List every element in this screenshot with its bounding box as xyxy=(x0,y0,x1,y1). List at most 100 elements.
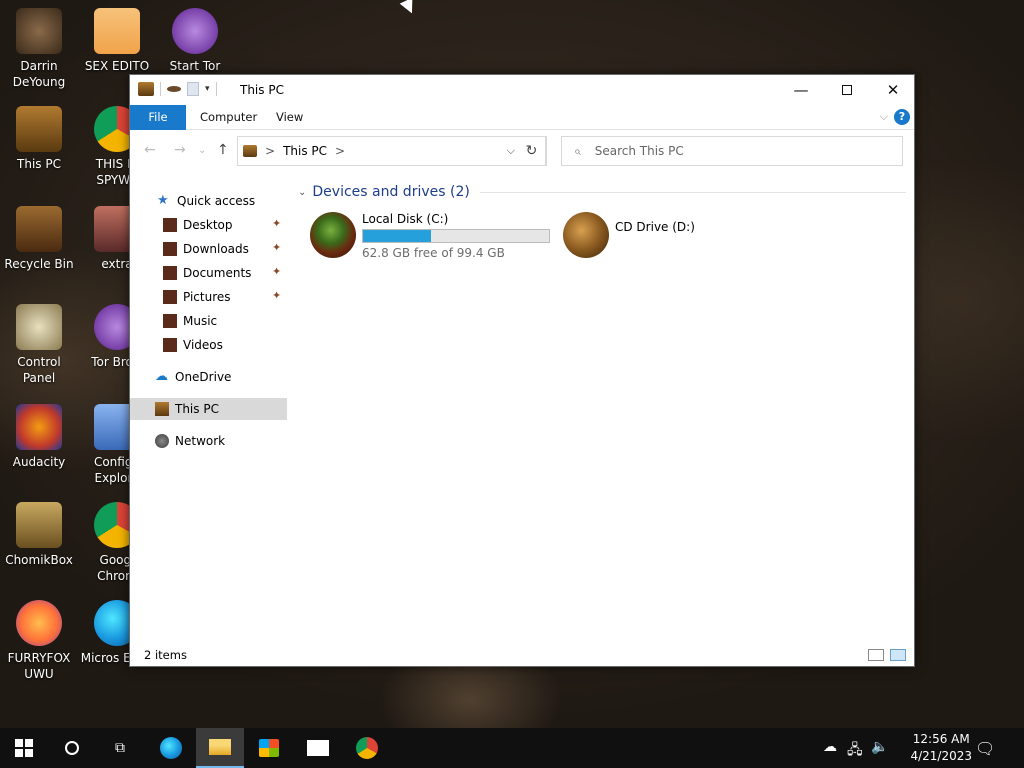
desktop-icon-label: Start Tor xyxy=(169,59,221,73)
user-folder-icon xyxy=(16,8,62,54)
status-bar-item-count: 2 items xyxy=(144,648,187,662)
search-button[interactable] xyxy=(48,728,96,768)
window-title: This PC xyxy=(240,83,284,97)
new-folder-icon[interactable] xyxy=(187,82,199,96)
minimize-button[interactable]: — xyxy=(778,75,824,105)
large-icons-view-button[interactable] xyxy=(890,649,906,661)
breadcrumb-separator: > xyxy=(265,144,276,158)
close-button[interactable]: ✕ xyxy=(870,75,916,105)
back-button[interactable]: ← xyxy=(144,142,156,158)
refresh-icon: ↻ xyxy=(525,143,538,159)
recent-locations-button[interactable]: ⌄ xyxy=(198,145,206,156)
drive-usage-fill xyxy=(363,230,432,242)
nav-downloads[interactable]: Downloads ✦ xyxy=(130,238,287,260)
desktop-icon-label: Control Panel xyxy=(17,355,61,385)
nav-quick-access[interactable]: ★ Quick access xyxy=(130,190,287,212)
system-clock[interactable]: 12:56 AM 4/21/2023 xyxy=(910,731,972,765)
nav-documents[interactable]: Documents ✦ xyxy=(130,262,287,284)
close-icon: ✕ xyxy=(886,81,900,99)
notifications-icon[interactable]: 🗨 xyxy=(975,739,995,758)
nav-label: This PC xyxy=(175,402,219,416)
refresh-button[interactable]: ↻ xyxy=(517,136,547,166)
music-folder-icon xyxy=(163,314,177,328)
tab-view[interactable]: View xyxy=(262,105,317,130)
search-input[interactable]: Search This PC xyxy=(595,144,684,158)
start-button[interactable] xyxy=(0,728,48,768)
nav-music[interactable]: Music xyxy=(130,310,287,332)
help-icon[interactable]: ? xyxy=(894,109,910,125)
drive-local-c[interactable]: Local Disk (C:) 62.8 GB free of 99.4 GB xyxy=(310,212,550,260)
search-box[interactable]: ⌕ Search This PC xyxy=(561,136,903,166)
desktop-icon-label: SEX EDITO xyxy=(84,59,150,73)
chrome-icon xyxy=(356,737,378,759)
cortana-icon xyxy=(65,741,79,755)
view-toggle xyxy=(868,649,906,661)
details-view-button[interactable] xyxy=(868,649,884,661)
volume-muted-icon[interactable]: 🔈 xyxy=(871,739,888,755)
task-view-icon: ⧉ xyxy=(115,740,125,756)
desktop-icon-hex-editor[interactable]: SEX EDITO xyxy=(78,8,156,74)
nav-videos[interactable]: Videos xyxy=(130,334,287,356)
nav-label: Network xyxy=(175,434,226,448)
drive-usage-bar xyxy=(362,229,550,243)
downloads-folder-icon xyxy=(163,242,177,256)
taskbar-store[interactable] xyxy=(245,728,293,768)
onedrive-tray-icon[interactable]: ☁ xyxy=(823,739,837,755)
nav-desktop[interactable]: Desktop ✦ xyxy=(130,214,287,236)
star-icon: ★ xyxy=(157,193,169,208)
taskbar-file-explorer[interactable] xyxy=(196,728,244,768)
taskbar: ⧉ ☁ 🖧 🔈 12:56 AM 4/21/2023 🗨 xyxy=(0,728,1024,768)
hard-drive-icon xyxy=(310,212,356,258)
cd-drive-icon xyxy=(563,212,609,258)
desktop-icon-label: This PC xyxy=(17,157,61,171)
expand-ribbon-icon[interactable]: ⌵ xyxy=(880,110,888,124)
nav-label: Downloads xyxy=(183,242,249,256)
tab-file[interactable]: File xyxy=(130,105,186,130)
forward-button[interactable]: → xyxy=(174,142,186,158)
nav-this-pc[interactable]: This PC xyxy=(130,398,287,420)
desktop-icon-audacity[interactable]: Audacity xyxy=(0,404,78,470)
tab-computer[interactable]: Computer xyxy=(186,105,271,130)
task-view-button[interactable]: ⧉ xyxy=(96,728,144,768)
address-dropdown-icon[interactable]: ⌵ xyxy=(507,144,515,158)
desktop-icon-this-pc[interactable]: This PC xyxy=(0,106,78,172)
this-pc-icon xyxy=(243,145,257,157)
address-bar[interactable]: > This PC > ⌵ xyxy=(237,136,546,166)
drive-cd-d[interactable]: CD Drive (D:) xyxy=(563,212,695,258)
file-explorer-window: ▾ This PC — ✕ File Computer View ⌵ ? ← →… xyxy=(129,74,915,667)
properties-icon[interactable] xyxy=(167,86,181,92)
desktop-icon-firefox[interactable]: FURRYFOX UWU xyxy=(0,600,78,682)
audacity-icon xyxy=(16,404,62,450)
taskbar-mail[interactable] xyxy=(294,728,342,768)
taskbar-chrome[interactable] xyxy=(343,728,391,768)
maximize-icon xyxy=(842,85,852,95)
desktop-icon-start-tor[interactable]: Start Tor xyxy=(156,8,234,74)
desktop-icon-recycle-bin[interactable]: Recycle Bin xyxy=(0,206,78,272)
desktop-icon-label: Recycle Bin xyxy=(4,257,74,271)
desktop-icon-label: Darrin DeYoung xyxy=(12,59,66,89)
taskbar-edge[interactable] xyxy=(147,728,195,768)
desktop-icon-chomikbox[interactable]: ChomikBox xyxy=(0,502,78,568)
desktop-icon-darrin[interactable]: Darrin DeYoung xyxy=(0,8,78,90)
nav-label: Desktop xyxy=(183,218,233,232)
ribbon-tabs: File Computer View ⌵ ? xyxy=(130,105,914,130)
pin-icon: ✦ xyxy=(272,289,282,302)
breadcrumb-separator[interactable]: > xyxy=(335,144,345,158)
folder-icon xyxy=(209,739,231,755)
nav-onedrive[interactable]: ☁ OneDrive xyxy=(130,366,287,388)
breadcrumb-this-pc[interactable]: This PC xyxy=(283,144,327,158)
computer-icon xyxy=(155,402,169,416)
network-tray-icon[interactable]: 🖧 xyxy=(847,739,863,763)
desktop-icon-control-panel[interactable]: Control Panel xyxy=(0,304,78,386)
edge-icon xyxy=(160,737,182,759)
mouse-cursor xyxy=(399,0,419,17)
title-bar: ▾ This PC — ✕ xyxy=(130,75,914,105)
nav-label: Documents xyxy=(183,266,252,280)
nav-network[interactable]: Network xyxy=(130,430,287,452)
up-button[interactable]: ↑ xyxy=(217,142,229,158)
clock-time: 12:56 AM xyxy=(912,732,970,746)
customize-toolbar-icon[interactable]: ▾ xyxy=(205,84,210,94)
nav-pictures[interactable]: Pictures ✦ xyxy=(130,286,287,308)
maximize-button[interactable] xyxy=(824,75,870,105)
devices-group-header[interactable]: ⌄ Devices and drives (2) xyxy=(298,184,906,200)
